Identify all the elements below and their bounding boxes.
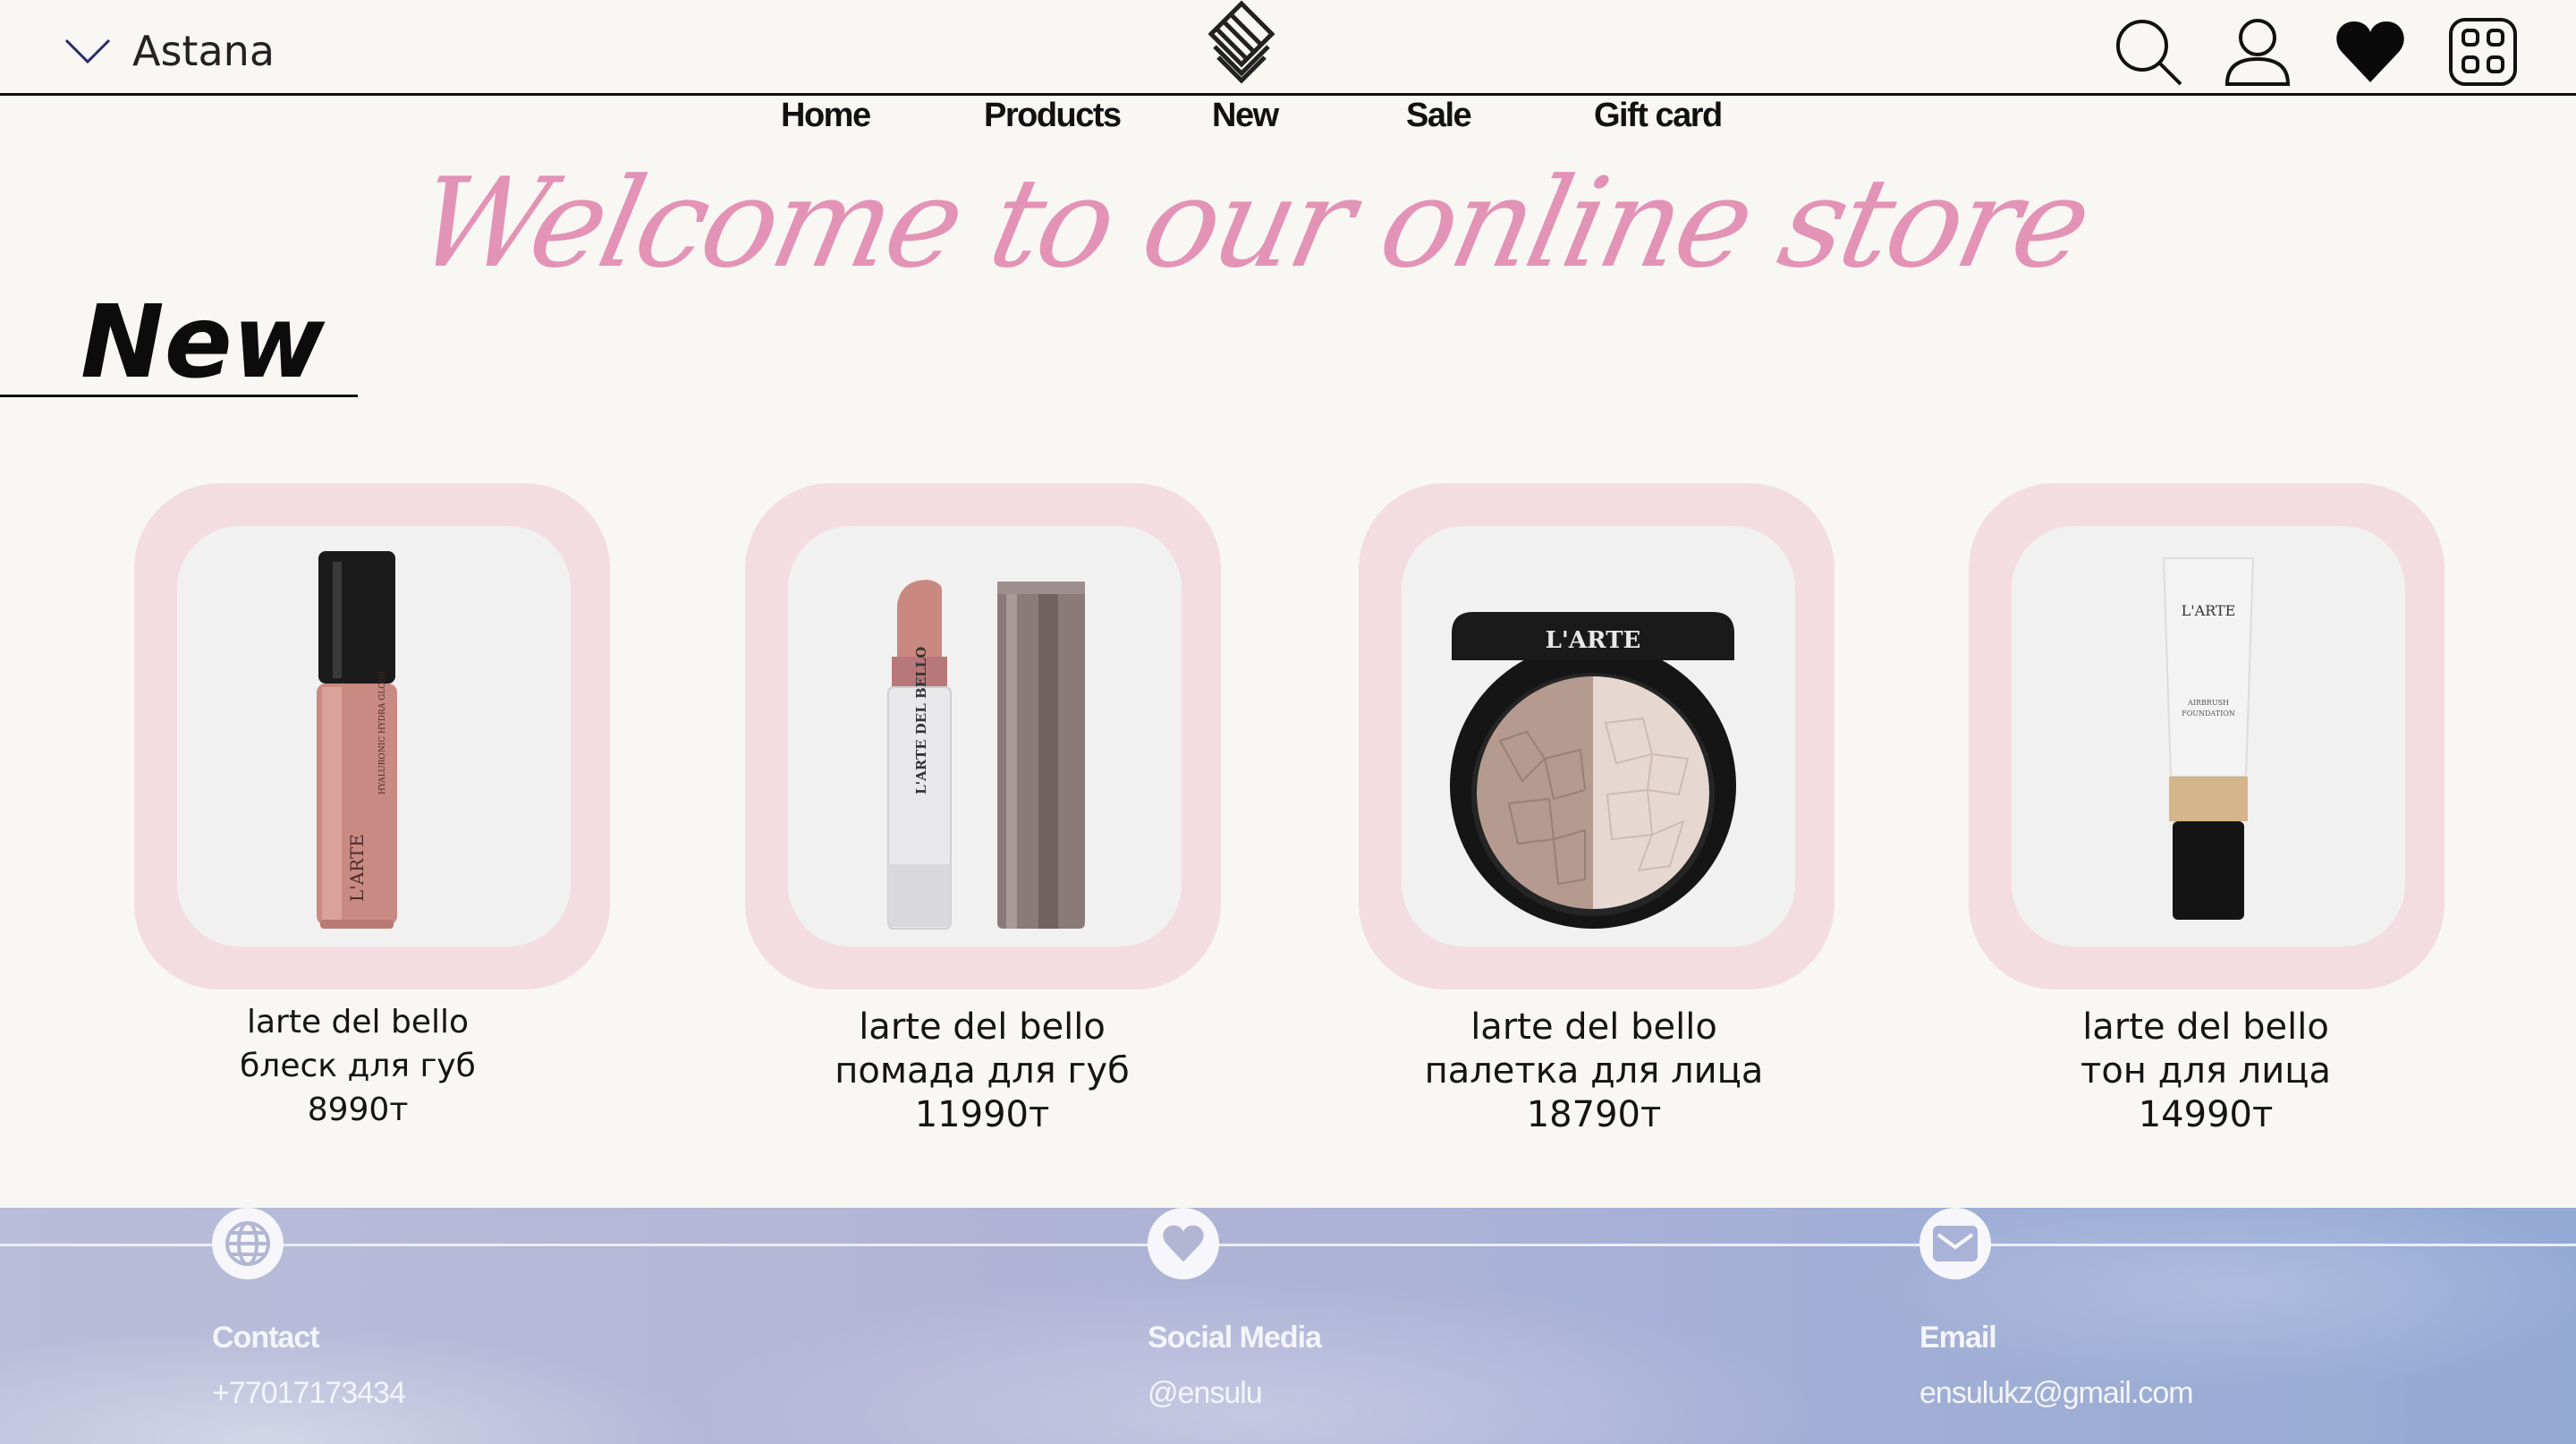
- nav-gift-card[interactable]: Gift card: [1594, 95, 1723, 136]
- footer-contact-label: Contact: [212, 1321, 320, 1355]
- product-info-face-palette: larte del bello палетка для лица 18790т: [1343, 1006, 1844, 1137]
- foundation-image: L'ARTE AIRBRUSH FOUNDATION: [2162, 557, 2255, 920]
- product-card-foundation[interactable]: L'ARTE AIRBRUSH FOUNDATION: [1969, 483, 2445, 990]
- product-price: 11990т: [914, 1094, 1050, 1135]
- svg-text:HYALURONIC HYDRA GLOSS: HYALURONIC HYDRA GLOSS: [378, 671, 387, 794]
- city-selector[interactable]: Astana: [64, 27, 275, 75]
- nav-products[interactable]: Products: [984, 95, 1122, 136]
- product-brand: larte del bello: [859, 1007, 1106, 1048]
- header-divider: [0, 93, 2576, 96]
- product-name: блеск для губ: [240, 1048, 476, 1084]
- product-info-lip-gloss: larte del bello блеск для губ 8990т: [107, 1000, 608, 1132]
- product-card-face-palette[interactable]: L'ARTE: [1359, 483, 1835, 990]
- city-label: Astana: [132, 27, 275, 75]
- footer-email-value[interactable]: ensulukz@gmail.com: [1919, 1376, 2194, 1411]
- heart-icon[interactable]: [2334, 16, 2406, 88]
- footer-contact-value[interactable]: +77017173434: [212, 1376, 406, 1411]
- product-info-foundation: larte del bello тон для лица 14990т: [1955, 1006, 2456, 1137]
- footer: Contact +77017173434 Social Media @ensul…: [0, 1208, 2576, 1444]
- menu-grid-icon[interactable]: [2447, 16, 2519, 88]
- product-price: 8990т: [307, 1091, 409, 1128]
- footer-email-label: Email: [1919, 1321, 1997, 1355]
- footer-social-value[interactable]: @ensulu: [1148, 1376, 1263, 1411]
- svg-text:L'ARTE: L'ARTE: [2182, 602, 2236, 619]
- lipstick-image: L'ARTE DEL BELLO: [887, 580, 1085, 930]
- svg-text:L'ARTE: L'ARTE: [1546, 627, 1641, 654]
- product-name: помада для губ: [835, 1050, 1130, 1091]
- product-name: палетка для лица: [1424, 1050, 1764, 1091]
- product-price: 14990т: [2138, 1094, 2274, 1135]
- product-brand: larte del bello: [2082, 1007, 2329, 1048]
- product-info-lipstick: larte del bello помада для губ 11990т: [732, 1006, 1233, 1137]
- product-card-lipstick[interactable]: L'ARTE DEL BELLO: [745, 483, 1221, 990]
- nav-home[interactable]: Home: [781, 95, 871, 136]
- face-palette-image: L'ARTE: [1450, 612, 1736, 929]
- user-icon[interactable]: [2222, 16, 2293, 88]
- search-icon[interactable]: [2113, 16, 2184, 88]
- brand-logo[interactable]: [1206, 0, 1277, 89]
- svg-text:L'ARTE DEL BELLO: L'ARTE DEL BELLO: [913, 647, 929, 794]
- welcome-heading: Welcome to our online store: [404, 151, 2100, 295]
- product-brand: larte del bello: [246, 1004, 470, 1041]
- svg-text:AIRBRUSH: AIRBRUSH: [2187, 699, 2229, 707]
- lip-gloss-image: L'ARTE HYALURONIC HYDRA GLOSS: [317, 551, 397, 929]
- heart-icon[interactable]: [1148, 1208, 1219, 1279]
- svg-text:FOUNDATION: FOUNDATION: [2182, 709, 2235, 718]
- product-brand: larte del bello: [1470, 1007, 1717, 1048]
- chevron-down-icon: [64, 38, 111, 64]
- mail-icon[interactable]: [1919, 1208, 1991, 1279]
- product-card-lip-gloss[interactable]: L'ARTE HYALURONIC HYDRA GLOSS: [134, 483, 610, 990]
- product-name: тон для лица: [2080, 1050, 2331, 1091]
- nav-new[interactable]: New: [1212, 95, 1279, 136]
- section-title: New: [80, 285, 326, 401]
- globe-icon: [212, 1208, 284, 1279]
- footer-line: [0, 1244, 2576, 1246]
- footer-social-label: Social Media: [1148, 1321, 1322, 1355]
- svg-text:L'ARTE: L'ARTE: [346, 834, 368, 902]
- section-underline: [0, 395, 358, 397]
- nav-sale[interactable]: Sale: [1406, 95, 1472, 136]
- product-price: 18790т: [1526, 1094, 1662, 1135]
